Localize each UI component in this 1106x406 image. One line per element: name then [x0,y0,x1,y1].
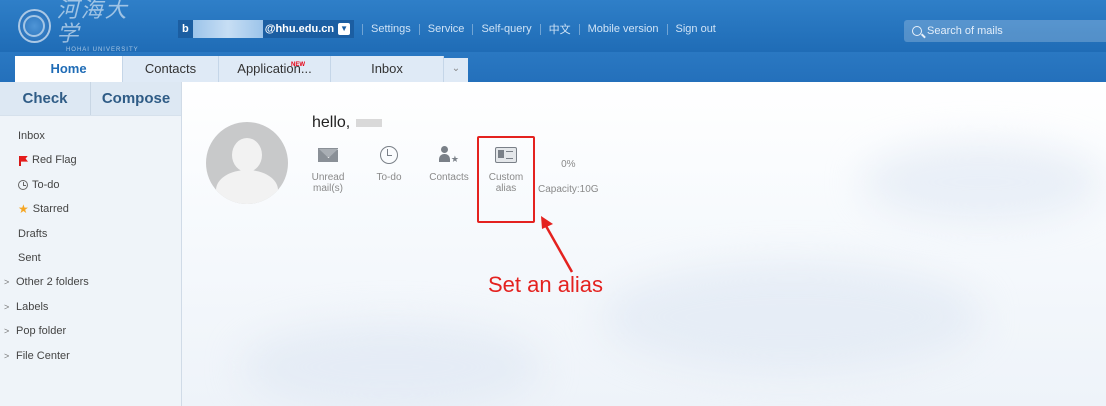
account-prefix: b [178,20,193,38]
self-query-link[interactable]: Self-query [473,23,539,35]
top-header: 河海大学 HOHAI UNIVERSITY b @hhu.edu.cn ▼ Se… [0,0,1106,53]
greeting: hello, [312,114,383,132]
folder-pop[interactable]: > Pop folder [0,319,181,343]
folder-starred[interactable]: ★ Starred [0,197,181,221]
new-badge: NEW [291,62,305,68]
mail-icon [318,148,338,162]
folder-inbox[interactable]: Inbox [0,124,181,148]
tab-home[interactable]: Home [15,56,123,82]
background-cloud [242,322,542,406]
service-link[interactable]: Service [420,23,473,35]
avatar[interactable] [206,122,288,204]
user-name-redacted [356,119,383,127]
account-selector[interactable]: b @hhu.edu.cn ▼ [178,20,355,38]
sidebar: Check Compose Inbox Red Flag To-do ★ Sta… [0,82,182,406]
capacity-label: Capacity:10G [538,184,599,195]
university-logo[interactable]: 河海大学 HOHAI UNIVERSITY [18,0,148,53]
compose-button[interactable]: Compose [90,82,181,115]
contacts-stat[interactable]: ★ Contacts [425,144,473,183]
check-mail-button[interactable]: Check [0,82,90,115]
account-name-redacted [192,20,263,38]
annotation-arrow-icon [541,216,574,273]
red-flag-icon [18,155,28,166]
account-domain: @hhu.edu.cn ▼ [262,20,355,38]
chevron-right-icon: > [4,326,10,337]
chevron-right-icon: > [4,277,10,288]
folder-red-flag[interactable]: Red Flag [0,148,181,172]
folder-to-do[interactable]: To-do [0,173,181,197]
folder-list: Inbox Red Flag To-do ★ Starred Drafts Se… [0,116,181,368]
sign-out-link[interactable]: Sign out [668,23,724,35]
tab-applications[interactable]: Application... NEW [219,56,331,82]
top-links: Settings Service Self-query 中文 Mobile ve… [362,20,724,38]
chinese-language-link[interactable]: 中文 [541,21,579,37]
folder-other[interactable]: > Other 2 folders [0,270,181,294]
folder-sent[interactable]: Sent [0,246,181,270]
contacts-icon: ★ [439,146,459,164]
annotation-highlight-box [477,136,535,223]
tab-inbox[interactable]: Inbox [331,56,444,82]
chevron-right-icon: > [4,350,10,361]
folder-drafts[interactable]: Drafts [0,222,181,246]
sidebar-actions: Check Compose [0,82,181,116]
to-do-stat[interactable]: To-do [372,144,406,183]
main-content: hello, Unread mail(s) To-do ★ Contacts C… [182,82,1106,406]
unread-mail-stat[interactable]: Unread mail(s) [308,144,348,194]
search-input[interactable] [927,25,1097,37]
tab-contacts[interactable]: Contacts [123,56,219,82]
more-tabs-chevron-icon[interactable]: ⌄ [444,58,468,82]
settings-link[interactable]: Settings [363,23,419,35]
clock-icon [380,146,398,164]
background-cloud [862,142,1102,222]
annotation-text: Set an alias [488,272,603,297]
star-icon: ★ [18,202,29,217]
mobile-version-link[interactable]: Mobile version [580,23,667,35]
folder-labels[interactable]: > Labels [0,295,181,319]
chevron-down-icon[interactable]: ▼ [338,23,351,35]
search-icon[interactable] [912,26,922,36]
folder-file-center[interactable]: > File Center [0,344,181,368]
background-cloud [602,262,982,372]
university-seal-icon [18,9,51,43]
clock-icon [18,179,28,190]
logo-chinese-name: 河海大学 [56,0,129,47]
mail-search[interactable] [904,20,1106,42]
capacity-percent: 0% [561,159,576,170]
chevron-right-icon: > [4,301,10,312]
capacity-stat: 0% Capacity:10G [538,159,599,195]
tab-bar: Home Contacts Application... NEW Inbox ⌄ [0,52,1106,82]
